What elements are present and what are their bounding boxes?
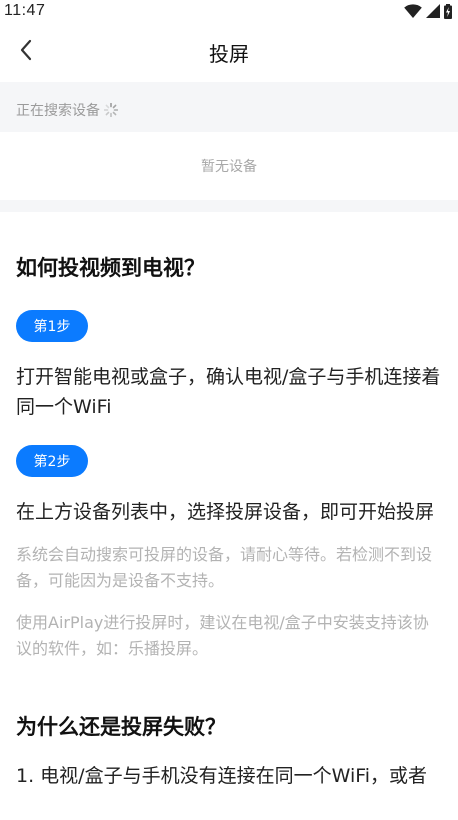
help-note-1: 系统会自动搜索可投屏的设备，请耐心等待。若检测不到设备，可能因为是设备不支持。 bbox=[16, 545, 433, 590]
section-divider bbox=[0, 200, 458, 212]
step-1-badge: 第1步 bbox=[16, 310, 88, 342]
status-icons bbox=[404, 3, 452, 19]
battery-charging-icon bbox=[444, 3, 452, 19]
app-header: 投屏 bbox=[0, 22, 458, 82]
help-note-2: 使用AirPlay进行投屏时，建议在电视/盒子中安装支持该协议的软件，如：乐播投… bbox=[16, 613, 429, 658]
cell-signal-icon bbox=[426, 4, 440, 18]
step-2-text: 在上方设备列表中，选择投屏设备，即可开始投屏 bbox=[16, 501, 435, 523]
device-list-empty: 暂无设备 bbox=[0, 132, 458, 200]
wifi-icon bbox=[404, 4, 422, 18]
chevron-left-icon bbox=[19, 39, 33, 65]
page-title: 投屏 bbox=[209, 41, 249, 66]
empty-state-text: 暂无设备 bbox=[201, 159, 257, 175]
help-content: 如何投视频到电视？ 第1步 打开智能电视或盒子，确认电视/盒子与手机连接着同一个… bbox=[0, 212, 458, 790]
status-bar: 11:47 bbox=[0, 0, 458, 22]
help-title: 如何投视频到电视？ bbox=[16, 256, 205, 280]
step-2-badge: 第2步 bbox=[16, 445, 88, 477]
failure-title: 为什么还是投屏失败？ bbox=[16, 715, 226, 739]
step-1-text: 打开智能电视或盒子，确认电视/盒子与手机连接着同一个WiFi bbox=[16, 366, 441, 418]
back-button[interactable] bbox=[14, 38, 38, 66]
failure-reason-item: 1. 电视/盒子与手机没有连接在同一个WiFi，或者 bbox=[16, 765, 428, 787]
search-status-text: 正在搜索设备 bbox=[16, 103, 100, 119]
loading-spinner-icon bbox=[104, 103, 118, 117]
status-time: 11:47 bbox=[4, 2, 46, 19]
device-search-status: 正在搜索设备 bbox=[0, 82, 458, 132]
